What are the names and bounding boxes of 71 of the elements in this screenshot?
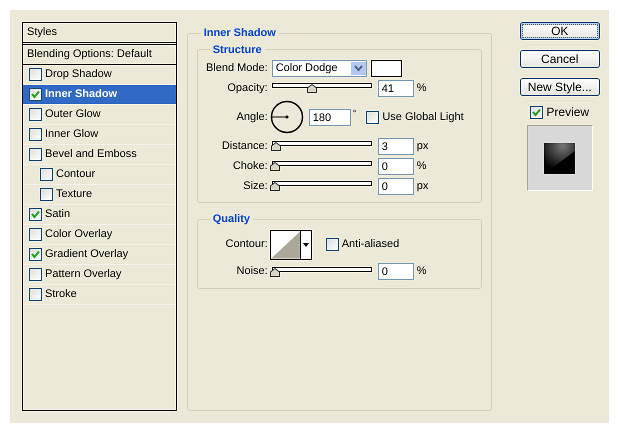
dialog-button[interactable]: OK	[520, 22, 600, 40]
checkbox[interactable]	[29, 288, 42, 301]
checkbox[interactable]	[40, 188, 53, 201]
checkbox[interactable]	[29, 88, 42, 101]
checkbox[interactable]	[530, 106, 544, 118]
style-list-item[interactable]: Gradient Overlay	[23, 245, 176, 265]
style-list-item[interactable]: Blending Options: Default	[23, 45, 176, 65]
slider[interactable]	[270, 82, 372, 94]
unit-label: %	[416, 264, 426, 280]
style-list-item[interactable]: Color Overlay	[23, 225, 176, 245]
caret-icon	[302, 242, 309, 246]
dialog-button[interactable]: New Style...	[520, 78, 600, 96]
checkbox[interactable]	[366, 110, 380, 124]
slider[interactable]	[270, 180, 372, 192]
style-list-item[interactable]: Texture	[23, 185, 176, 205]
group-title: Quality	[212, 212, 252, 227]
field-label: Distance:	[220, 138, 269, 154]
number-field[interactable]: 0	[378, 263, 414, 280]
slider[interactable]	[270, 266, 372, 278]
field-label: Angle:	[236, 110, 269, 125]
unit-label: px	[416, 138, 428, 154]
checkbox-label: Use Global Light	[382, 110, 464, 125]
contour-picker[interactable]	[270, 230, 312, 260]
unit-label: °	[352, 107, 356, 120]
slider-thumb[interactable]	[270, 182, 280, 191]
checkbox[interactable]	[29, 68, 42, 81]
checkbox-label: Anti-aliased	[342, 237, 400, 252]
field-label: Contour:	[224, 237, 269, 252]
number-field[interactable]: 180	[308, 108, 351, 126]
style-list-item[interactable]: Inner Shadow	[23, 85, 176, 105]
field-label: Size:	[242, 178, 269, 194]
field-label: Noise:	[236, 264, 269, 280]
number-field[interactable]: 0	[378, 178, 414, 194]
checkbox[interactable]	[29, 148, 42, 161]
field-label: Choke:	[232, 158, 269, 174]
checkbox[interactable]	[29, 208, 42, 221]
checkbox[interactable]	[29, 108, 42, 121]
checkbox[interactable]	[29, 228, 42, 241]
number-field[interactable]: 41	[378, 80, 414, 96]
checkbox[interactable]	[29, 248, 42, 261]
field-label: Opacity:	[226, 80, 269, 96]
panel-title: Inner Shadow	[202, 26, 277, 41]
list-header: Styles	[23, 23, 176, 45]
field-label: Blend Mode:	[204, 60, 269, 76]
unit-label: %	[416, 80, 426, 96]
group-title: Structure	[212, 42, 263, 58]
style-list-item[interactable]: Contour	[23, 165, 176, 185]
unit-label: %	[416, 158, 426, 174]
checkbox[interactable]	[326, 238, 339, 251]
number-field[interactable]: 0	[378, 158, 414, 174]
color-swatch[interactable]	[370, 60, 402, 76]
checkbox[interactable]	[29, 268, 42, 281]
checkbox[interactable]	[40, 168, 53, 181]
angle-dial[interactable]	[270, 100, 304, 134]
blend-mode-select[interactable]: Color Dodge	[272, 60, 367, 76]
preview-swatch-icon	[544, 142, 576, 174]
contour-curve-icon	[270, 230, 300, 258]
checkbox[interactable]	[29, 128, 42, 141]
style-list-item[interactable]: Pattern Overlay	[23, 265, 176, 285]
checkbox-label: Preview	[546, 104, 590, 121]
style-list-item[interactable]: Outer Glow	[23, 105, 176, 125]
slider-thumb[interactable]	[270, 162, 280, 171]
unit-label: px	[416, 178, 428, 194]
dialog-button[interactable]: Cancel	[520, 50, 600, 68]
slider[interactable]	[270, 160, 372, 172]
style-list-item[interactable]: Inner Glow	[23, 125, 176, 145]
style-list-item[interactable]: Bevel and Emboss	[23, 145, 176, 165]
number-field[interactable]: 3	[378, 138, 414, 154]
style-list-item[interactable]: Satin	[23, 205, 176, 225]
slider[interactable]	[270, 140, 372, 152]
style-list-item[interactable]: Stroke	[23, 285, 176, 305]
